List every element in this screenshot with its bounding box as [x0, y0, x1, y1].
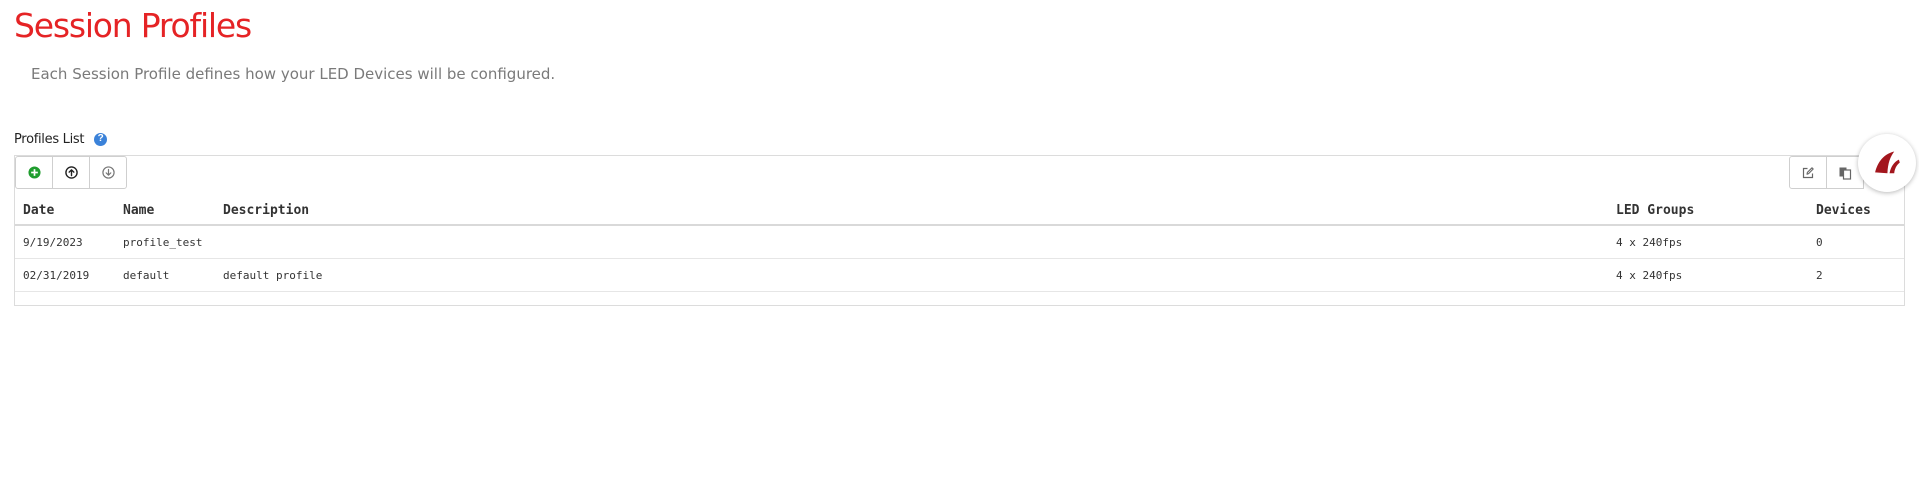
edit-icon	[1802, 166, 1814, 178]
column-header-devices[interactable]: Devices	[1808, 197, 1904, 226]
page-subtitle: Each Session Profile defines how your LE…	[31, 65, 556, 83]
cell-description: default profile	[215, 258, 1608, 292]
cell-led-groups: 4 x 240fps	[1608, 225, 1808, 259]
download-circle-icon	[101, 166, 115, 179]
toolbar-left	[15, 156, 127, 189]
cell-devices: 0	[1808, 225, 1904, 259]
cell-date: 9/19/2023	[15, 225, 115, 259]
add-circle-icon	[27, 166, 41, 179]
cell-devices: 2	[1808, 258, 1904, 292]
download-profile-button[interactable]	[89, 156, 127, 189]
upload-profile-button[interactable]	[52, 156, 90, 189]
table-row[interactable]: 02/31/2019 default default profile 4 x 2…	[15, 258, 1904, 292]
profiles-list-header: Profiles List ?	[14, 129, 108, 149]
edit-profile-button[interactable]	[1789, 156, 1827, 189]
page-title: Session Profiles	[14, 6, 252, 45]
upload-circle-icon	[64, 166, 78, 179]
add-profile-button[interactable]	[15, 156, 53, 189]
cell-date: 02/31/2019	[15, 258, 115, 292]
cell-led-groups: 4 x 240fps	[1608, 258, 1808, 292]
brand-logo-badge[interactable]	[1858, 134, 1916, 192]
profiles-panel: Date Name Description LED Groups Devices…	[14, 155, 1905, 306]
column-header-date[interactable]: Date	[15, 197, 115, 226]
help-icon[interactable]: ?	[94, 132, 108, 146]
toolbar-right	[1789, 156, 1864, 189]
column-header-led-groups[interactable]: LED Groups	[1608, 197, 1808, 226]
column-header-description[interactable]: Description	[215, 197, 1608, 226]
cell-name: profile_test	[115, 225, 215, 259]
column-header-name[interactable]: Name	[115, 197, 215, 226]
cell-name: default	[115, 258, 215, 292]
profiles-list-label: Profiles List	[14, 131, 85, 147]
copy-icon	[1839, 167, 1852, 180]
profiles-table: Date Name Description LED Groups Devices…	[15, 197, 1904, 292]
cell-description	[215, 225, 1608, 259]
table-header-row: Date Name Description LED Groups Devices	[15, 197, 1904, 226]
brand-logo-icon	[1875, 151, 1900, 174]
table-row[interactable]: 9/19/2023 profile_test 4 x 240fps 0	[15, 225, 1904, 259]
